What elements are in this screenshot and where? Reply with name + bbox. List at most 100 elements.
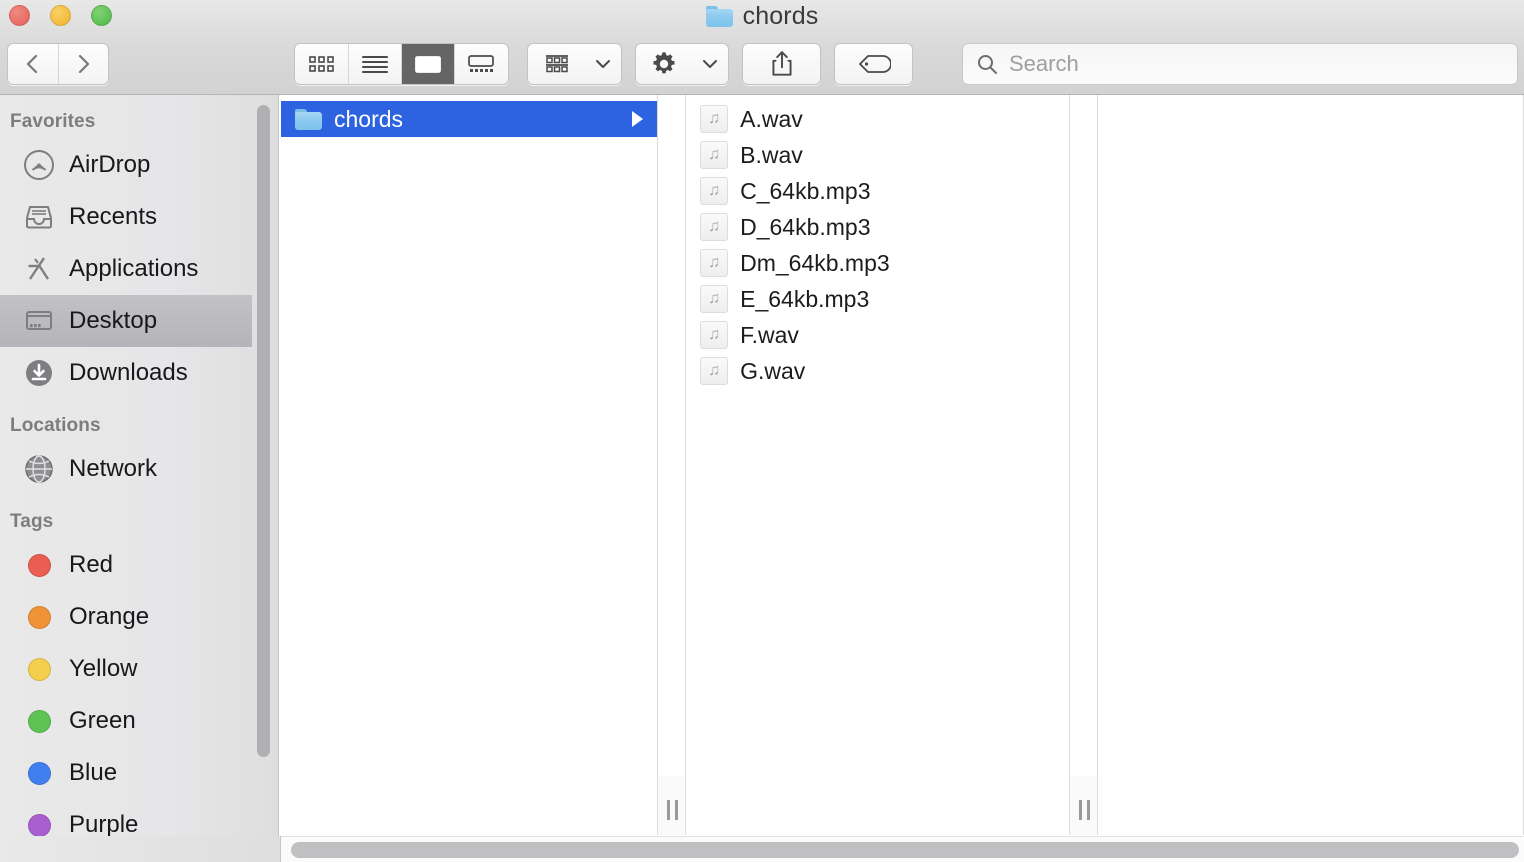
sidebar-footer [0,836,281,862]
file-row[interactable]: ♫ A.wav [686,101,1069,137]
tag-dot-icon [22,600,56,634]
arrange-icon [543,53,571,75]
file-name-label: A.wav [740,106,803,133]
sidebar-item-applications[interactable]: Applications [0,243,278,295]
sidebar-item-desktop[interactable]: Desktop [0,295,252,347]
sidebar-item-label: Applications [69,255,198,283]
tag-dot [28,554,51,577]
downloads-icon [22,356,56,390]
sidebar-section-locations: Locations [0,399,278,443]
folder-icon [295,109,322,130]
sidebar-section-favorites: Favorites [0,95,278,139]
audio-file-icon: ♫ [700,321,728,349]
gear-icon [650,50,678,78]
tag-dot-icon [22,756,56,790]
file-row[interactable]: ♫ B.wav [686,137,1069,173]
file-row[interactable]: ♫ C_64kb.mp3 [686,173,1069,209]
gear-icon-wrap[interactable] [636,44,692,84]
horizontal-scrollbar-thumb[interactable] [291,842,1519,858]
sidebar-item-yellow[interactable]: Yellow [0,643,278,695]
sidebar-item-label: Red [69,551,113,579]
action-menu-button[interactable] [635,43,729,85]
column-2-resizer[interactable] [1070,95,1098,835]
file-name-label: B.wav [740,142,803,169]
tag-dot [28,762,51,785]
airdrop-icon [22,148,56,182]
sidebar-item-label: Purple [69,811,138,839]
titlebar: chords [0,0,1524,95]
action-dropdown[interactable] [692,44,728,84]
sidebar-item-red[interactable]: Red [0,539,278,591]
tag-icon-wrap[interactable] [835,44,912,84]
sidebar-item-network[interactable]: Network [0,443,278,495]
sidebar: Favorites AirDrop Recents Applications Deskt… [0,95,279,862]
sidebar-item-airdrop[interactable]: AirDrop [0,139,278,191]
column-1-resizer[interactable] [658,95,686,835]
resize-grip-icon[interactable] [658,795,686,825]
file-row[interactable]: ♫Dm_64kb.mp3 [686,245,1069,281]
column-view: chords ♫ A.wav ♫ B.wav ♫ C_64kb.mp3 ♫D_64kb.mp… [281,95,1524,835]
share-button[interactable] [742,43,821,85]
column-3-list [1098,95,1523,101]
audio-file-icon: ♫ [700,105,728,133]
chevron-down-icon [701,58,719,70]
audio-file-icon: ♫ [700,177,728,205]
file-name-label: C_64kb.mp3 [740,178,870,205]
tag-dot [28,710,51,733]
desktop-icon [22,304,56,338]
audio-file-icon: ♫ [700,141,728,169]
column-1-list: chords [281,95,657,137]
file-row[interactable]: ♫G.wav [686,353,1069,389]
arrange-icon-wrap[interactable] [528,44,585,84]
gallery-view-icon [467,54,495,74]
search-field[interactable]: Search [962,43,1518,85]
sidebar-item-label: Green [69,707,136,735]
tag-icon [857,52,891,76]
list-view-button[interactable] [348,44,401,84]
tags-button[interactable] [834,43,913,85]
icon-view-button[interactable] [295,44,348,84]
arrange-button[interactable] [527,43,622,85]
file-row[interactable]: ♫D_64kb.mp3 [686,209,1069,245]
folder-row[interactable]: chords [281,101,657,137]
applications-icon [22,252,56,286]
search-input[interactable]: Search [1009,51,1079,77]
tag-dot-icon [22,652,56,686]
forward-button[interactable] [58,44,108,84]
sidebar-item-label: Downloads [69,359,188,387]
column-view-icon [414,54,442,74]
chevron-left-icon [23,52,43,76]
sidebar-item-label: Network [69,455,157,483]
share-icon-wrap[interactable] [743,44,820,84]
disclosure-triangle-icon[interactable] [632,111,643,127]
horizontal-scrollbar[interactable] [281,836,1524,862]
tag-dot-icon [22,548,56,582]
icon-view-icon [308,54,336,74]
search-icon [975,52,999,76]
window-title: chords [0,0,1524,33]
file-name-label: Dm_64kb.mp3 [740,250,890,277]
sidebar-list: Favorites AirDrop Recents Applications Deskt… [0,95,278,851]
arrange-dropdown[interactable] [585,44,621,84]
chevron-right-icon [73,52,93,76]
tag-dot [28,814,51,837]
sidebar-item-green[interactable]: Green [0,695,278,747]
column-view-button[interactable] [401,44,454,84]
gallery-view-button[interactable] [454,44,507,84]
sidebar-section-tags: Tags [0,495,278,539]
sidebar-item-downloads[interactable]: Downloads [0,347,278,399]
sidebar-item-label: Recents [69,203,157,231]
back-button[interactable] [8,44,58,84]
page-title: chords [743,2,819,31]
sidebar-item-blue[interactable]: Blue [0,747,278,799]
file-name-label: chords [334,106,403,133]
file-row[interactable]: ♫E_64kb.mp3 [686,281,1069,317]
sidebar-scrollbar[interactable] [257,105,270,757]
file-row[interactable]: ♫F.wav [686,317,1069,353]
column-2: ♫A.wav♫B.wav♫C_64kb.mp3♫D_64kb.mp3♫Dm_64… [686,95,1070,835]
sidebar-item-recents[interactable]: Recents [0,191,278,243]
sidebar-item-orange[interactable]: Orange [0,591,278,643]
tag-dot [28,606,51,629]
sidebar-item-label: AirDrop [69,151,150,179]
resize-grip-icon[interactable] [1070,795,1098,825]
